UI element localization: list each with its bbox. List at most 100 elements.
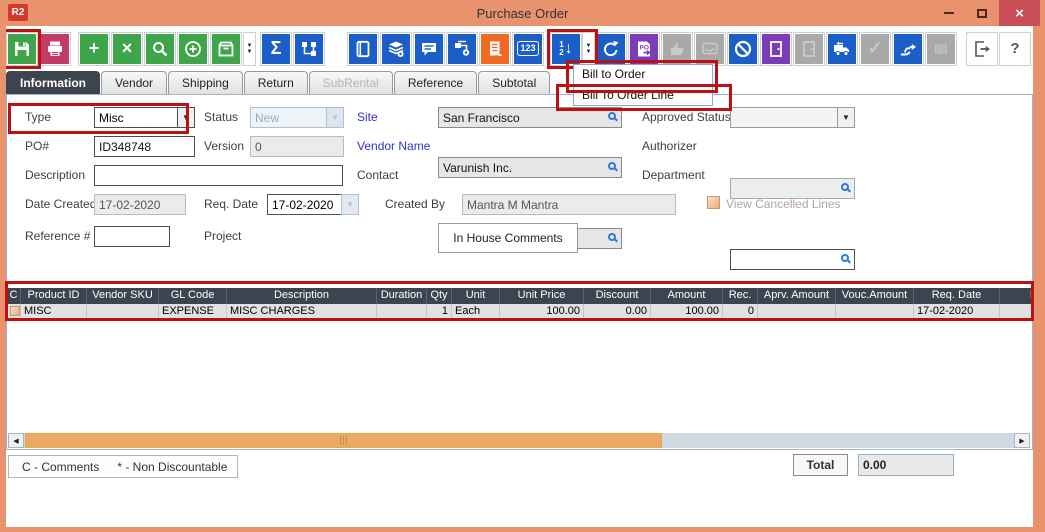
numbers-button[interactable]: 123	[512, 32, 544, 66]
type-combobox[interactable]: Misc▼	[94, 107, 195, 128]
sort-lines-button[interactable]: 12↓	[550, 32, 582, 66]
po-number-input[interactable]	[94, 136, 195, 157]
in-house-comments-button[interactable]: In House Comments	[438, 223, 578, 253]
cancel-button[interactable]	[727, 32, 759, 66]
req-date-combobox[interactable]: 17-02-2020▼	[267, 194, 359, 215]
chevron-down-icon[interactable]: ▼	[837, 107, 855, 128]
grid-col-header[interactable]: Qty	[427, 288, 452, 304]
reference-input[interactable]	[94, 226, 170, 247]
grid-col-header[interactable]: Amount	[651, 288, 723, 304]
close-button[interactable]: ×	[999, 0, 1040, 26]
tab-reference[interactable]: Reference	[394, 71, 477, 94]
row-comment-checkbox[interactable]	[10, 306, 20, 316]
search-icon[interactable]	[841, 254, 849, 262]
ship-button[interactable]	[826, 32, 858, 66]
more-dropdown-button[interactable]: ▼▼	[243, 32, 256, 66]
approved-status-combobox[interactable]: ▼	[730, 107, 855, 128]
grid-cell[interactable]: 100.00	[651, 304, 723, 319]
grid-col-header[interactable]: Description	[227, 288, 377, 304]
grid-col-header[interactable]: Bill To	[1000, 288, 1032, 304]
grid-cell[interactable]: 0.00	[584, 304, 651, 319]
receive-button[interactable]	[892, 32, 924, 66]
grid-cell[interactable]	[836, 304, 914, 319]
description-field[interactable]	[94, 165, 343, 186]
grid-data-row[interactable]: MISCEXPENSEMISC CHARGES1Each100.000.0010…	[7, 304, 1032, 320]
minimize-button[interactable]	[935, 0, 963, 26]
print-button[interactable]	[39, 32, 71, 66]
tab-information[interactable]: Information	[6, 71, 100, 94]
po-copy-button[interactable]: PO	[628, 32, 660, 66]
grid-col-header[interactable]: Vendor SKU	[87, 288, 159, 304]
package-button[interactable]	[210, 32, 242, 66]
catalog-button[interactable]	[347, 32, 379, 66]
grid-cell[interactable]: EXPENSE	[159, 304, 227, 319]
add-button[interactable]: +	[78, 32, 110, 66]
grid-col-header[interactable]: Unit Price	[500, 288, 584, 304]
search-icon[interactable]	[608, 233, 616, 241]
grid-cell[interactable]: 17-02-2020	[914, 304, 1000, 319]
barcode-button[interactable]	[925, 32, 957, 66]
reference-field[interactable]	[94, 226, 170, 247]
site-field[interactable]: San Francisco	[438, 107, 622, 128]
grid-cell[interactable]: MISC CHARGES	[227, 304, 377, 319]
grid-col-header[interactable]: Discount	[584, 288, 651, 304]
grid-col-header[interactable]: Duration	[377, 288, 427, 304]
grid-col-header[interactable]: Req. Date	[914, 288, 1000, 304]
grid-col-header[interactable]: Aprv. Amount	[758, 288, 836, 304]
comment-button[interactable]	[413, 32, 445, 66]
search-icon[interactable]	[841, 183, 849, 191]
zoom-add-button[interactable]	[177, 32, 209, 66]
search-icon[interactable]	[608, 162, 616, 170]
title-bar[interactable]: R2 Purchase Order ×	[0, 0, 1045, 26]
department-field[interactable]	[730, 249, 855, 270]
scroll-left-button[interactable]: ◀	[8, 433, 24, 448]
grid-cell[interactable]	[1000, 304, 1032, 319]
exit-button[interactable]	[966, 32, 998, 66]
tab-return[interactable]: Return	[244, 71, 308, 94]
po-number-field[interactable]	[94, 136, 195, 157]
grid-cell[interactable]	[7, 304, 21, 319]
sort-dropdown-button[interactable]: ▼▼	[582, 32, 595, 66]
total-button[interactable]: Total	[793, 454, 848, 476]
grid-col-header[interactable]: GL Code	[159, 288, 227, 304]
stock-view-button[interactable]	[380, 32, 412, 66]
help-button[interactable]: ?	[999, 32, 1031, 66]
scroll-right-button[interactable]: ▶	[1014, 433, 1030, 448]
grid-col-header[interactable]: Product ID	[21, 288, 87, 304]
grid-cell[interactable]	[758, 304, 836, 319]
scrollbar-thumb[interactable]	[25, 433, 662, 448]
grid-cell[interactable]: Each	[452, 304, 500, 319]
chevron-down-icon[interactable]: ▼	[177, 107, 195, 128]
grid-cell[interactable]: MISC	[21, 304, 87, 319]
grid-cell[interactable]	[377, 304, 427, 319]
refresh-button[interactable]	[595, 32, 627, 66]
menu-item-bill-to-order[interactable]: Bill to Order	[574, 65, 712, 85]
grid-col-header[interactable]: Unit	[452, 288, 500, 304]
approve-button[interactable]	[661, 32, 693, 66]
menu-item-bill-to-order-line[interactable]: Bill To Order Line	[574, 85, 712, 105]
tab-vendor[interactable]: Vendor	[101, 71, 167, 94]
maximize-button[interactable]	[968, 0, 996, 26]
grid-cell[interactable]: 100.00	[500, 304, 584, 319]
close-po-button[interactable]	[760, 32, 792, 66]
kit-button[interactable]	[293, 32, 325, 66]
grid-cell[interactable]	[87, 304, 159, 319]
close-po-alt-button[interactable]	[793, 32, 825, 66]
delete-button[interactable]: ×	[111, 32, 143, 66]
vendor-name-field[interactable]: Varunish Inc.	[438, 157, 622, 178]
sum-button[interactable]: Σ	[260, 32, 292, 66]
save-button[interactable]	[6, 32, 38, 66]
search-button[interactable]	[144, 32, 176, 66]
search-icon[interactable]	[608, 112, 616, 120]
horizontal-scrollbar[interactable]: ◀ ▶	[8, 433, 1030, 448]
description-input[interactable]	[94, 165, 343, 186]
pay-button[interactable]	[694, 32, 726, 66]
grid-col-header[interactable]: C	[7, 288, 21, 304]
grid-cell[interactable]: 1	[427, 304, 452, 319]
receipt-button[interactable]	[479, 32, 511, 66]
tab-shipping[interactable]: Shipping	[168, 71, 243, 94]
confirm-button[interactable]: ✓	[859, 32, 891, 66]
grid-col-header[interactable]: Vouc.Amount	[836, 288, 914, 304]
grid-col-header[interactable]: Rec.	[723, 288, 758, 304]
tab-subtotal[interactable]: Subtotal	[478, 71, 550, 94]
